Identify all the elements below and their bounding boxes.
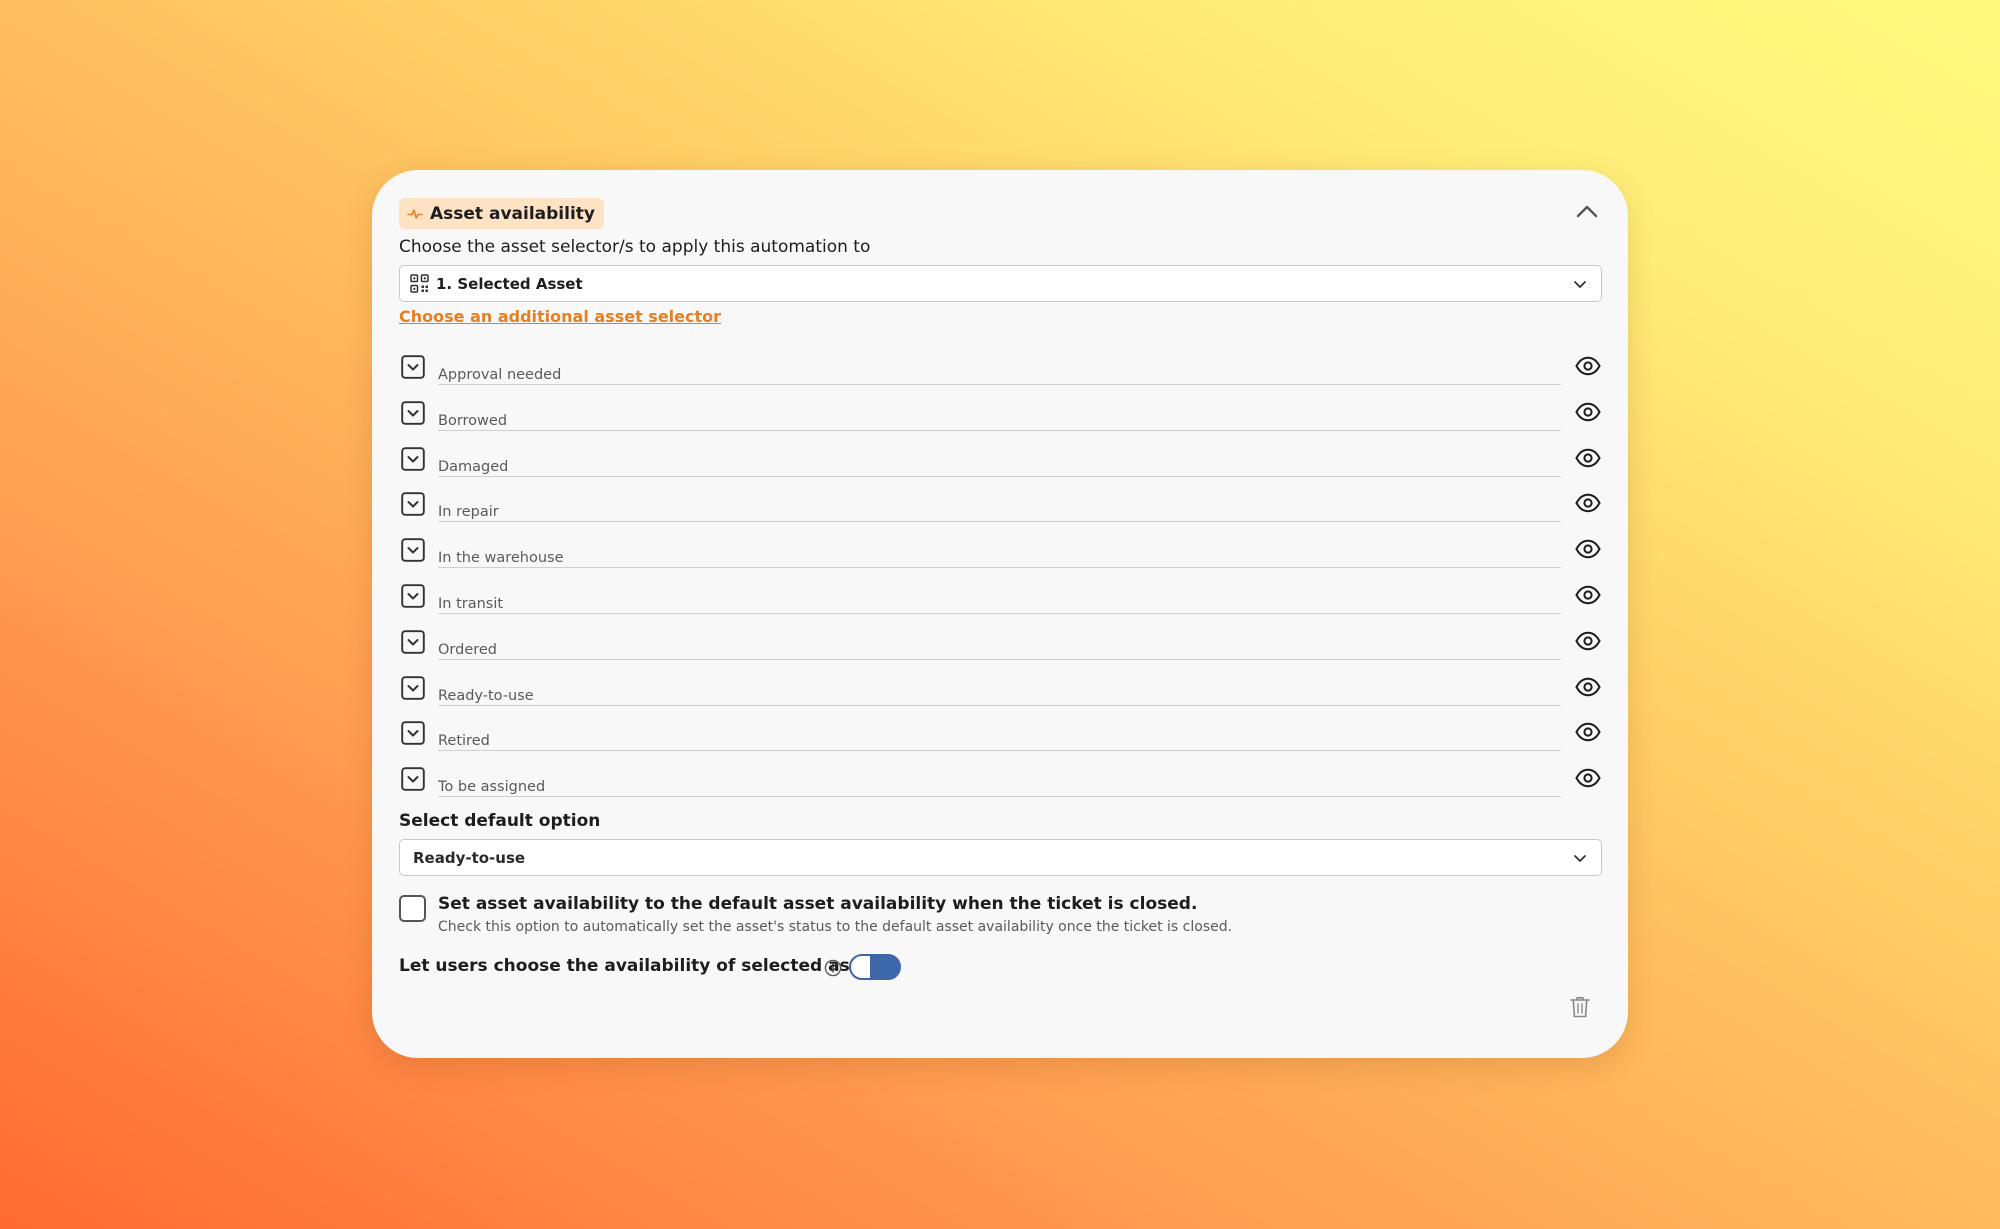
eye-icon	[1575, 356, 1601, 376]
expand-status-button[interactable]	[401, 446, 425, 471]
selector-prompt: Choose the asset selector/s to apply thi…	[399, 237, 871, 257]
chevron-down-square-icon	[401, 630, 425, 654]
collapse-button[interactable]	[1574, 198, 1600, 224]
status-row: In transit	[399, 583, 1602, 629]
eye-icon	[1575, 723, 1601, 742]
status-label: Approval needed	[438, 367, 562, 383]
expand-status-button[interactable]	[401, 630, 425, 654]
visibility-toggle-button[interactable]	[1574, 765, 1602, 791]
status-row: Damaged	[399, 446, 1602, 492]
chevron-down-square-icon	[401, 584, 425, 608]
asset-selector-value: 1. Selected Asset	[436, 274, 583, 293]
status-label: Retired	[438, 733, 490, 750]
status-label-field[interactable]: In repair	[438, 495, 1561, 523]
status-label-field[interactable]: Ordered	[438, 633, 1561, 660]
section-header: Asset availability	[399, 198, 604, 229]
visibility-toggle-button[interactable]	[1574, 445, 1602, 471]
eye-icon	[1575, 494, 1601, 513]
eye-icon	[1575, 402, 1601, 421]
default-option-title: Select default option	[399, 811, 601, 831]
status-row: Retired	[399, 720, 1602, 766]
visibility-toggle-button[interactable]	[1574, 719, 1602, 745]
visibility-toggle-button[interactable]	[1574, 399, 1602, 425]
eye-icon	[1575, 539, 1601, 559]
status-label-field[interactable]: In the warehouse	[438, 541, 1561, 569]
status-label: Damaged	[438, 458, 509, 475]
status-label: In transit	[438, 596, 504, 612]
chevron-down-square-icon	[401, 492, 425, 517]
visibility-toggle-button[interactable]	[1574, 582, 1602, 608]
status-label-field[interactable]: In transit	[438, 587, 1561, 614]
close-ticket-option-help: Check this option to automatically set t…	[438, 919, 1233, 935]
status-label-field[interactable]: Damaged	[438, 450, 1561, 477]
status-label: In repair	[438, 504, 499, 521]
user-choice-label: Let users choose the availability of sel…	[399, 956, 890, 976]
delete-button[interactable]	[1569, 995, 1593, 1021]
expand-status-button[interactable]	[401, 721, 425, 746]
toggle-knob	[878, 957, 898, 977]
expand-status-button[interactable]	[401, 401, 425, 425]
visibility-toggle-button[interactable]	[1574, 490, 1602, 516]
eye-icon	[1575, 585, 1601, 605]
eye-icon	[1575, 448, 1601, 467]
expand-status-button[interactable]	[401, 492, 425, 517]
expand-status-button[interactable]	[401, 675, 425, 700]
expand-status-button[interactable]	[401, 767, 425, 791]
status-row: In the warehouse	[399, 537, 1602, 583]
status-row: In repair	[399, 491, 1602, 537]
chevron-down-square-icon	[401, 355, 425, 379]
visibility-toggle-button[interactable]	[1574, 353, 1602, 379]
add-asset-selector-link[interactable]: Choose an additional asset selector	[399, 307, 721, 326]
default-option-dropdown[interactable]: Ready-to-use	[399, 839, 1602, 876]
visibility-toggle-button[interactable]	[1574, 536, 1602, 562]
section-title: Asset availability	[430, 203, 595, 224]
qr-code-icon	[410, 274, 429, 293]
chevron-up-icon	[1576, 205, 1598, 218]
status-label: Ready-to-use	[438, 687, 534, 704]
info-icon[interactable]	[823, 958, 843, 978]
eye-icon	[1575, 631, 1601, 650]
status-row: Ordered	[399, 629, 1602, 675]
visibility-toggle-button[interactable]	[1574, 628, 1602, 654]
status-label-field[interactable]: To be assigned	[438, 770, 1561, 798]
chevron-down-square-icon	[401, 675, 425, 700]
chevron-down-icon	[1574, 280, 1586, 288]
user-choice-toggle[interactable]	[849, 954, 901, 980]
chevron-down-icon	[1574, 854, 1586, 862]
status-label: In the warehouse	[438, 550, 564, 567]
visibility-toggle-button[interactable]	[1574, 674, 1602, 700]
chevron-down-square-icon	[401, 538, 425, 562]
trash-icon	[1570, 997, 1590, 1018]
chevron-down-square-icon	[401, 721, 425, 746]
status-label: To be assigned	[438, 779, 546, 796]
close-ticket-option-title: Set asset availability to the default as…	[438, 894, 1198, 914]
status-label: Ordered	[438, 641, 498, 658]
expand-status-button[interactable]	[401, 584, 425, 608]
status-label-field[interactable]: Retired	[438, 724, 1561, 752]
activity-pulse-icon	[407, 208, 423, 219]
asset-availability-card: Asset availability Choose the asset sele…	[372, 170, 1628, 1058]
chevron-down-square-icon	[401, 446, 425, 471]
close-ticket-checkbox[interactable]	[399, 895, 426, 922]
expand-status-button[interactable]	[401, 355, 425, 379]
chevron-down-square-icon	[401, 767, 425, 791]
status-label: Borrowed	[438, 412, 508, 429]
status-row: Ready-to-use	[399, 675, 1602, 721]
eye-icon	[1575, 677, 1601, 696]
expand-status-button[interactable]	[401, 538, 425, 562]
chevron-down-square-icon	[401, 401, 425, 425]
status-label-field[interactable]: Borrowed	[438, 404, 1561, 431]
asset-selector-dropdown[interactable]: 1. Selected Asset	[399, 265, 1602, 302]
eye-icon	[1575, 768, 1601, 788]
status-row: Approval needed	[399, 354, 1602, 400]
status-row: Borrowed	[399, 400, 1602, 446]
default-option-value: Ready-to-use	[413, 848, 526, 867]
status-label-field[interactable]: Approval needed	[438, 358, 1561, 385]
status-label-field[interactable]: Ready-to-use	[438, 679, 1561, 706]
status-row: To be assigned	[399, 766, 1602, 812]
